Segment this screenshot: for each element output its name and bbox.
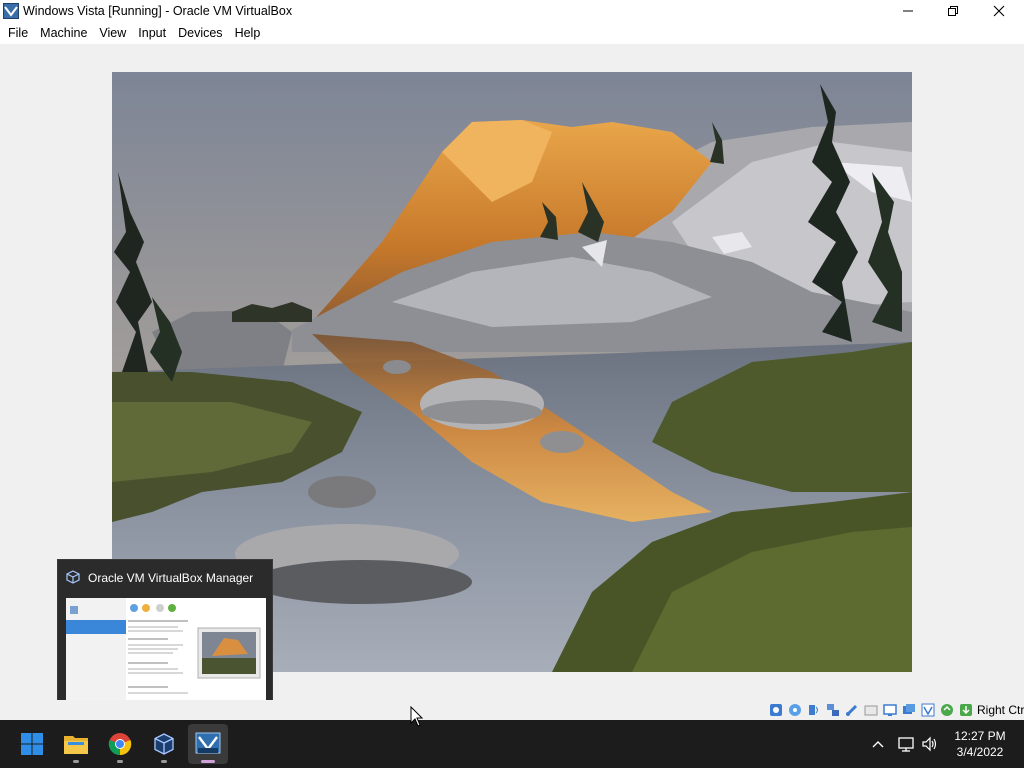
thumbnail-title: Oracle VM VirtualBox Manager [88,571,254,585]
virtualbox-vm-icon [3,3,19,19]
close-button[interactable] [976,0,1022,22]
network-wired-icon [898,737,914,752]
mouse-cursor-icon [410,706,424,727]
chrome-icon [108,733,132,756]
optical-drive-icon[interactable] [786,701,804,719]
host-key-label[interactable]: Right Ctrl [977,703,1024,717]
status-icons [767,701,975,719]
network-icon[interactable] [824,701,842,719]
thumbnail-header: Oracle VM VirtualBox Manager [58,560,274,596]
restore-icon [948,6,958,16]
taskbar-virtualbox-manager[interactable] [144,724,184,764]
menu-bar: File Machine View Input Devices Help [0,22,1024,44]
menu-help[interactable]: Help [229,22,267,44]
windows-start-icon [21,733,43,755]
vm-display-area[interactable]: Oracle VM VirtualBox Manager [0,44,1024,708]
shared-folder-icon[interactable] [862,701,880,719]
audio-icon[interactable] [805,701,823,719]
recording-icon[interactable] [900,701,918,719]
menu-file[interactable]: File [2,22,34,44]
display-icon[interactable] [881,701,899,719]
menu-input[interactable]: Input [132,22,172,44]
show-hidden-icons-button[interactable] [868,734,888,754]
virtualbox-manager-preview [66,598,266,701]
status-bar: Right Ctrl [0,700,1024,720]
running-indicator [117,760,123,763]
menu-devices[interactable]: Devices [172,22,228,44]
volume-tray-button[interactable] [920,734,940,754]
thumbnail-preview[interactable] [66,598,266,701]
minimize-icon [903,10,913,12]
active-indicator [201,760,215,763]
clock-time: 12:27 PM [954,729,1006,743]
running-indicator [161,760,167,763]
vt-x-icon[interactable] [919,701,937,719]
chevron-up-icon [872,741,884,748]
running-indicator [73,760,79,763]
virtualbox-manager-icon [154,733,174,755]
network-tray-button[interactable] [896,734,916,754]
speaker-icon [922,736,937,752]
menu-view[interactable]: View [93,22,132,44]
menu-machine[interactable]: Machine [34,22,93,44]
windows-vista-vm-icon [195,732,221,754]
mouse-integration-icon[interactable] [938,701,956,719]
usb-icon[interactable] [843,701,861,719]
hard-disk-icon[interactable] [767,701,785,719]
taskbar-file-explorer[interactable] [56,724,96,764]
taskbar-windows-vista-vm[interactable] [188,724,228,764]
window-title: Windows Vista [Running] - Oracle VM Virt… [23,4,293,18]
title-bar: Windows Vista [Running] - Oracle VM Virt… [0,0,1024,22]
file-explorer-icon [64,736,88,754]
restore-button[interactable] [930,0,976,22]
keyboard-capture-icon[interactable] [957,701,975,719]
virtualbox-cube-icon [66,569,80,587]
taskbar-thumbnail-popup[interactable]: Oracle VM VirtualBox Manager [57,559,273,708]
start-button[interactable] [12,724,52,764]
clock[interactable]: 12:27 PM 3/4/2022 [948,728,1012,760]
minimize-button[interactable] [885,0,931,22]
close-icon [993,5,1005,17]
taskbar: 12:27 PM 3/4/2022 [0,720,1024,768]
taskbar-chrome[interactable] [100,724,140,764]
clock-date: 3/4/2022 [956,745,1004,759]
